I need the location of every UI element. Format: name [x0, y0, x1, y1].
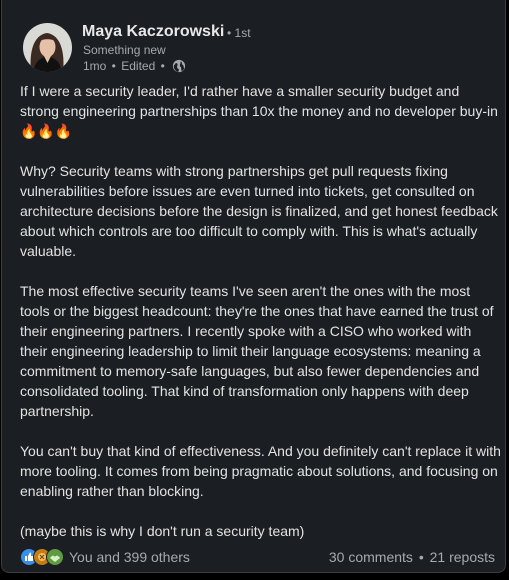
- post-paragraph: Why? Security teams with strong partners…: [20, 163, 498, 259]
- post-meta: 1mo • Edited •: [83, 58, 186, 74]
- comments-reposts: 30 comments • 21 reposts: [329, 548, 495, 566]
- post-paragraph: If I were a security leader, I'd rather …: [20, 83, 498, 139]
- globe-icon: [172, 59, 186, 73]
- post-paragraph: (maybe this is why I don't run a securit…: [20, 523, 305, 539]
- reactions-count: You and 399 others: [69, 549, 190, 565]
- reposts-count[interactable]: 21 reposts: [430, 549, 495, 565]
- separator-dot: •: [157, 59, 165, 73]
- degree-label: 1st: [234, 26, 251, 40]
- separator-dot: •: [418, 549, 424, 565]
- post-paragraph: The most effective security teams I've s…: [20, 283, 494, 419]
- post-body: If I were a security leader, I'd rather …: [20, 81, 502, 541]
- post-time: 1mo: [83, 59, 107, 73]
- author-headline: Something new: [83, 43, 166, 57]
- edited-label: Edited: [121, 59, 156, 73]
- author-name[interactable]: Maya Kaczorowski: [82, 22, 224, 42]
- reactions-summary[interactable]: You and 399 others: [20, 548, 190, 566]
- support-icon: [46, 548, 64, 566]
- post-paragraph: You can't buy that kind of effectiveness…: [20, 443, 501, 499]
- post-header: Maya Kaczorowski • 1st Something new 1mo…: [2, 0, 507, 80]
- post-card: Maya Kaczorowski • 1st Something new 1mo…: [1, 0, 506, 573]
- social-counts: You and 399 others 30 comments • 21 repo…: [2, 546, 507, 570]
- separator-dot: •: [108, 59, 120, 73]
- avatar[interactable]: [23, 23, 72, 72]
- connection-degree: • 1st: [227, 26, 251, 40]
- comments-count[interactable]: 30 comments: [329, 549, 413, 565]
- avatar-photo: [23, 23, 72, 72]
